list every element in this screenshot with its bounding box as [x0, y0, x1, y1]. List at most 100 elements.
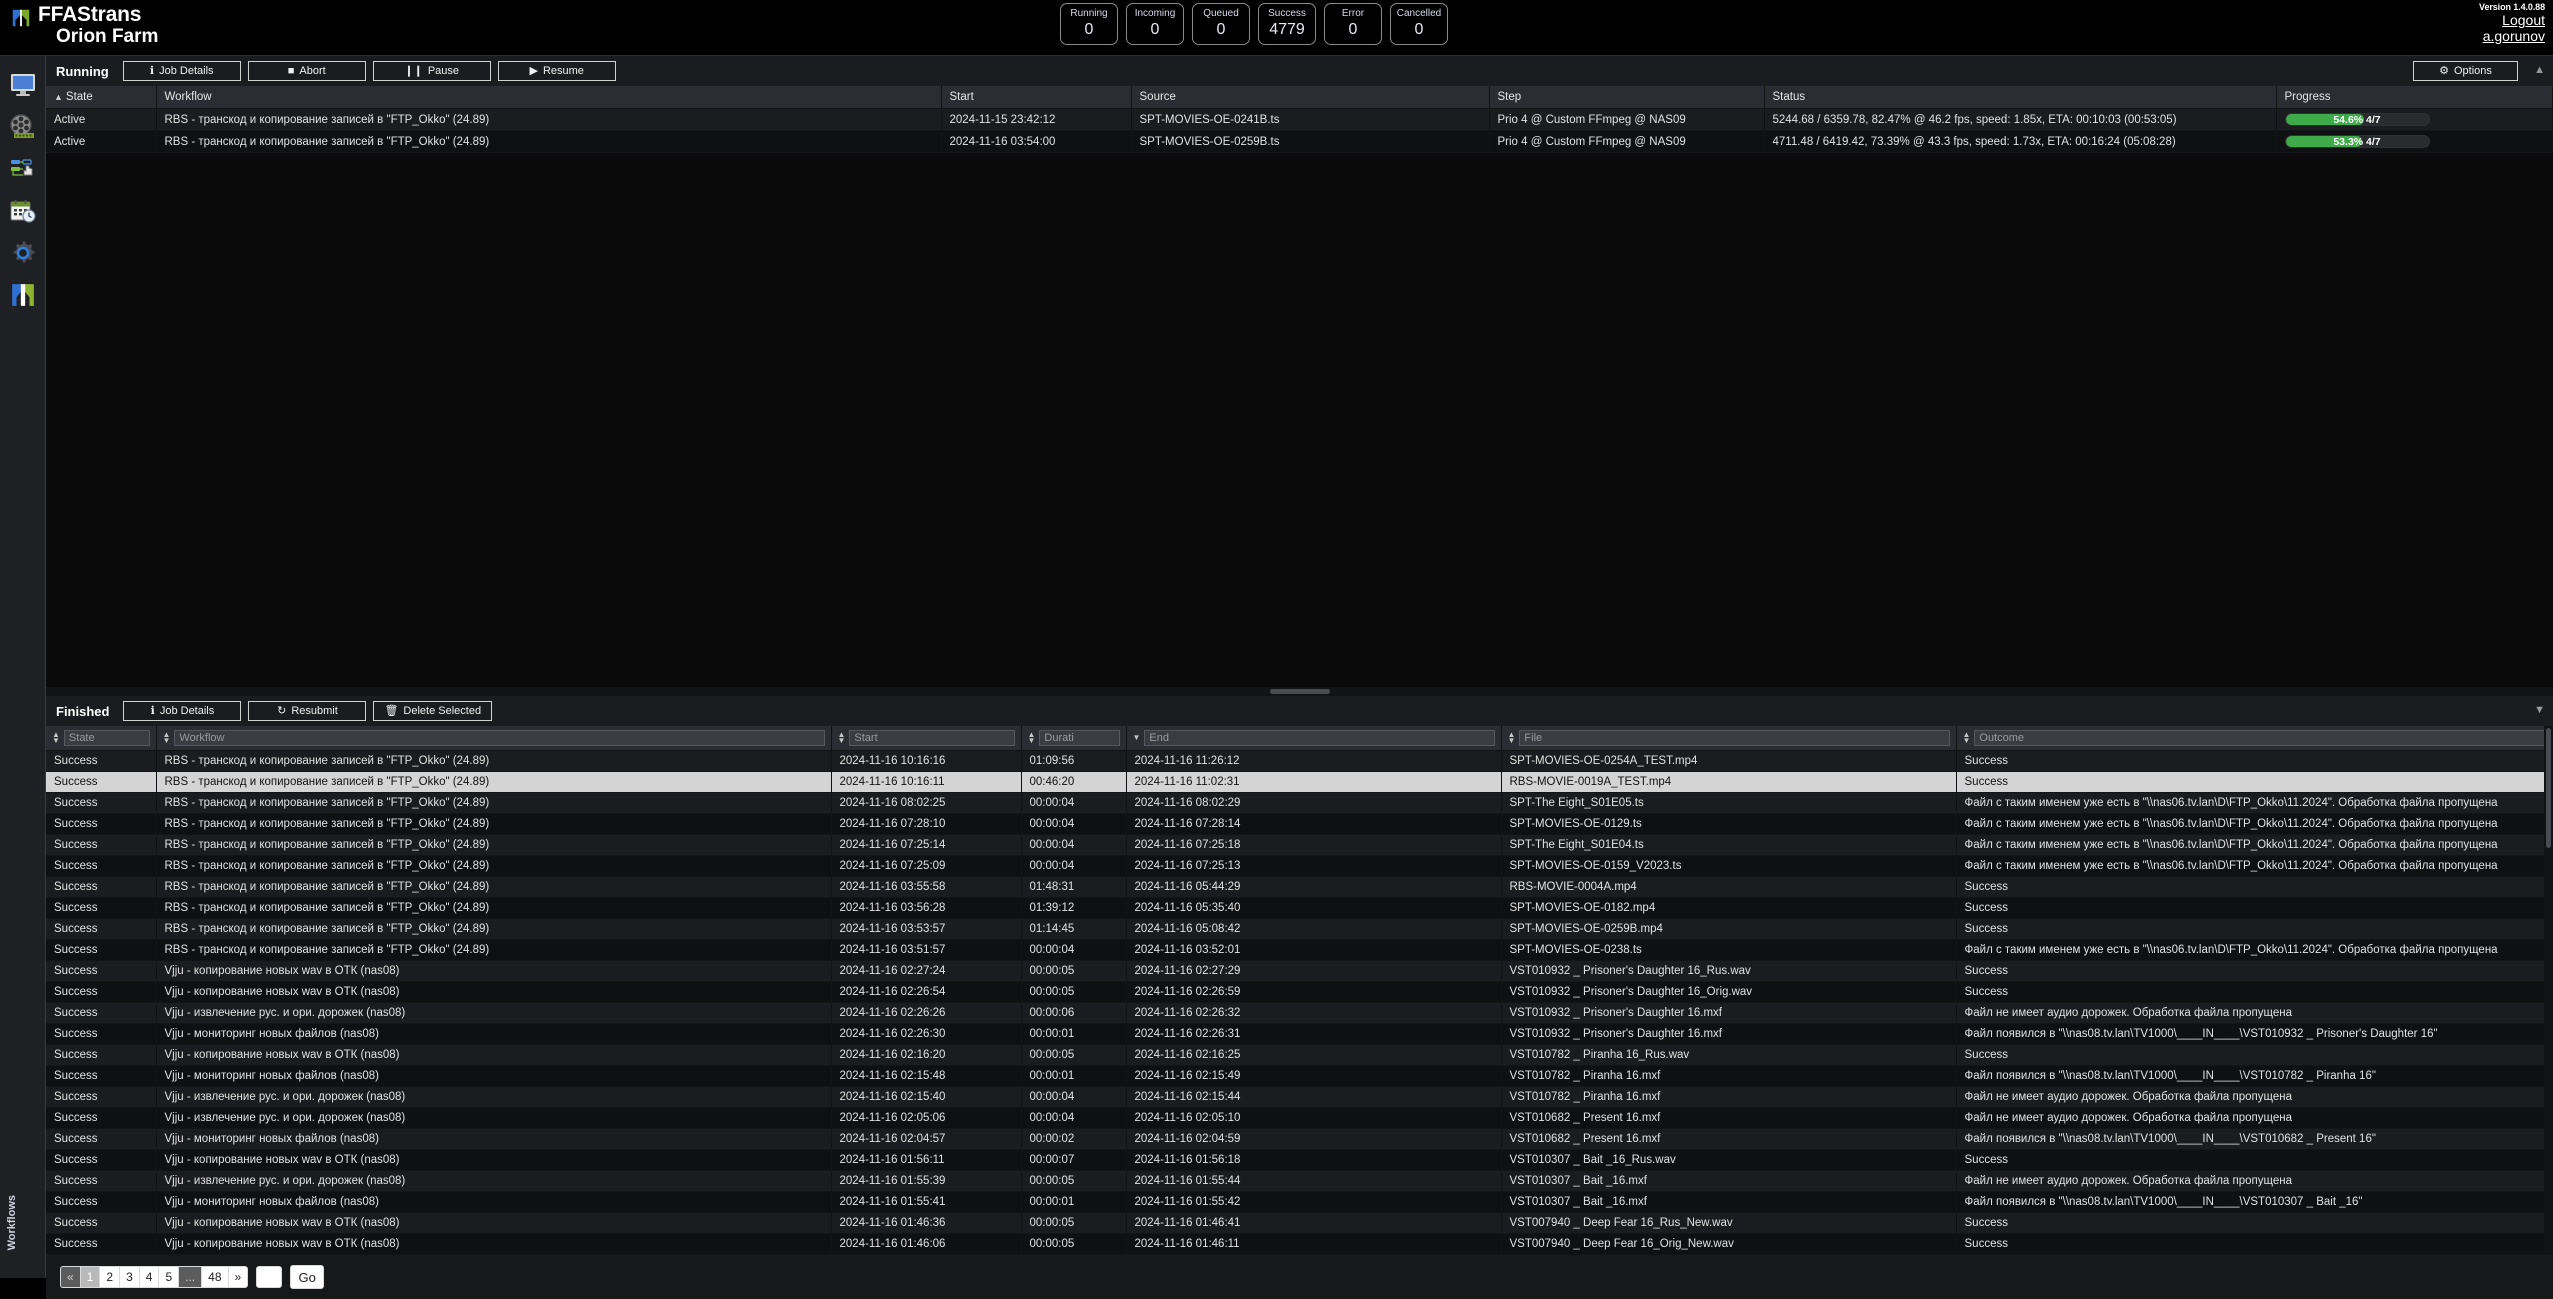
- table-row[interactable]: Active RBS - транскод и копирование запи…: [46, 109, 2553, 131]
- pagination-go-button[interactable]: Go: [290, 1265, 324, 1289]
- running-column-start[interactable]: Start: [941, 86, 1131, 109]
- sidebar-item-monitor[interactable]: [0, 64, 46, 106]
- table-row[interactable]: Success RBS - транскод и копирование зап…: [46, 919, 2553, 940]
- running-column-status[interactable]: Status: [1764, 86, 2276, 109]
- cell-outcome: Success: [1956, 982, 2553, 1003]
- filter-duration-header: ▲▼: [1021, 726, 1126, 751]
- filter-workflow-input[interactable]: [174, 730, 824, 746]
- running-column-progress[interactable]: Progress: [2276, 86, 2553, 109]
- sort-toggle-icon[interactable]: ▲▼: [1508, 732, 1516, 744]
- sort-desc-icon[interactable]: ▼: [1133, 735, 1141, 741]
- cell-file: VST010782 _ Piranha 16.mxf: [1501, 1066, 1956, 1087]
- table-row[interactable]: Success Vjju - мониторинг новых файлов (…: [46, 1066, 2553, 1087]
- finished-job-details-button[interactable]: ℹ Job Details: [123, 701, 241, 721]
- sort-toggle-icon[interactable]: ▲▼: [1028, 732, 1036, 744]
- running-collapse-icon[interactable]: ▲: [2534, 64, 2545, 76]
- running-abort-button[interactable]: ■ Abort: [248, 61, 366, 81]
- table-row[interactable]: Success RBS - транскод и копирование зап…: [46, 835, 2553, 856]
- table-row[interactable]: Success RBS - транскод и копирование зап…: [46, 772, 2553, 793]
- filter-end-input[interactable]: [1144, 730, 1494, 746]
- table-row[interactable]: Success RBS - транскод и копирование зап…: [46, 751, 2553, 772]
- counter-queued: Queued 0: [1192, 3, 1250, 45]
- filter-file-input[interactable]: [1519, 730, 1949, 746]
- pagination-prev[interactable]: «: [60, 1266, 80, 1288]
- table-row[interactable]: Success RBS - транскод и копирование зап…: [46, 898, 2553, 919]
- table-row[interactable]: Success Vjju - извлечение рус. и ори. до…: [46, 1171, 2553, 1192]
- pagination-next[interactable]: »: [228, 1266, 249, 1288]
- table-row[interactable]: Success Vjju - мониторинг новых файлов (…: [46, 1192, 2553, 1213]
- table-row[interactable]: Success RBS - транскод и копирование зап…: [46, 793, 2553, 814]
- cell-workflow: RBS - транскод и копирование записей в "…: [156, 877, 831, 898]
- sidebar-item-media[interactable]: [0, 106, 46, 148]
- sort-toggle-icon[interactable]: ▲▼: [52, 732, 60, 744]
- running-job-details-button[interactable]: ℹ Job Details: [123, 61, 241, 81]
- table-row[interactable]: Success Vjju - мониторинг новых файлов (…: [46, 1024, 2553, 1045]
- running-horizontal-scrollbar[interactable]: [46, 687, 2553, 696]
- table-row[interactable]: Success Vjju - копирование новых wav в О…: [46, 1213, 2553, 1234]
- sort-toggle-icon[interactable]: ▲▼: [1963, 732, 1971, 744]
- filter-duration-input[interactable]: [1039, 730, 1119, 746]
- scrollbar-thumb[interactable]: [2546, 728, 2551, 848]
- cell-outcome: Файл не имеет аудио дорожек. Обработка ф…: [1956, 1003, 2553, 1024]
- pagination-page-1[interactable]: 1: [80, 1266, 100, 1288]
- running-column-step[interactable]: Step: [1489, 86, 1764, 109]
- finished-delete-selected-button[interactable]: 🗑 Delete Selected: [373, 701, 492, 721]
- sort-toggle-icon[interactable]: ▲▼: [838, 732, 846, 744]
- cell-end: 2024-11-16 02:16:25: [1126, 1045, 1501, 1066]
- pagination-page-2[interactable]: 2: [99, 1266, 119, 1288]
- cell-start: 2024-11-16 07:25:09: [831, 856, 1021, 877]
- table-row[interactable]: Success Vjju - копирование новых wav в О…: [46, 1150, 2553, 1171]
- running-table-body: Active RBS - транскод и копирование запи…: [46, 109, 2553, 153]
- filter-start-input[interactable]: [849, 730, 1014, 746]
- finished-vertical-scrollbar[interactable]: [2544, 726, 2553, 1255]
- running-column-state[interactable]: ▲State: [46, 86, 156, 109]
- cell-outcome: Success: [1956, 1045, 2553, 1066]
- scrollbar-thumb[interactable]: [1270, 689, 1330, 694]
- running-column-workflow[interactable]: Workflow: [156, 86, 941, 109]
- table-row[interactable]: Success Vjju - извлечение рус. и ори. до…: [46, 1003, 2553, 1024]
- cell-start: 2024-11-16 01:55:41: [831, 1192, 1021, 1213]
- finished-collapse-icon[interactable]: ▼: [2534, 704, 2545, 716]
- pagination-page-5[interactable]: 5: [158, 1266, 178, 1288]
- pagination-page-4[interactable]: 4: [139, 1266, 159, 1288]
- table-row[interactable]: Success RBS - транскод и копирование зап…: [46, 856, 2553, 877]
- sidebar-item-workflows[interactable]: [0, 148, 46, 190]
- sidebar-item-settings[interactable]: [0, 232, 46, 274]
- table-row[interactable]: Success RBS - транскод и копирование зап…: [46, 940, 2553, 961]
- cell-start: 2024-11-16 03:51:57: [831, 940, 1021, 961]
- table-row[interactable]: Success Vjju - мониторинг новых файлов (…: [46, 1129, 2553, 1150]
- pagination-goto-input[interactable]: [256, 1266, 282, 1288]
- filter-outcome-input[interactable]: [1974, 730, 2546, 746]
- finished-delete-selected-button-label: Delete Selected: [403, 705, 481, 717]
- pagination-page-3[interactable]: 3: [119, 1266, 139, 1288]
- table-row[interactable]: Active RBS - транскод и копирование запи…: [46, 131, 2553, 153]
- filter-file-header: ▲▼: [1501, 726, 1956, 751]
- finished-resubmit-button[interactable]: ↻ Resubmit: [248, 701, 366, 721]
- table-row[interactable]: Success Vjju - копирование новых wav в О…: [46, 982, 2553, 1003]
- cell-start: 2024-11-16 03:53:57: [831, 919, 1021, 940]
- pagination-page-last[interactable]: 48: [201, 1266, 227, 1288]
- cell-start: 2024-11-16 10:16:11: [831, 772, 1021, 793]
- cell-file: VST010782 _ Piranha 16.mxf: [1501, 1087, 1956, 1108]
- logout-link[interactable]: Logout: [2479, 12, 2545, 28]
- sidebar-item-about[interactable]: [0, 274, 46, 316]
- running-resume-button[interactable]: ▶ Resume: [498, 61, 616, 81]
- table-row[interactable]: Success Vjju - копирование новых wav в О…: [46, 1045, 2553, 1066]
- running-pause-button[interactable]: ❙❙ Pause: [373, 61, 491, 81]
- table-row[interactable]: Success Vjju - извлечение рус. и ори. до…: [46, 1087, 2553, 1108]
- user-link[interactable]: a.gorunov: [2479, 28, 2545, 44]
- sidebar-item-schedule[interactable]: [0, 190, 46, 232]
- filter-state-input[interactable]: [64, 730, 150, 746]
- workflows-side-tab[interactable]: Workflows: [0, 1168, 24, 1278]
- table-row[interactable]: Success Vjju - копирование новых wav в О…: [46, 1234, 2553, 1255]
- cell-workflow: RBS - транскод и копирование записей в "…: [156, 814, 831, 835]
- table-row[interactable]: Success Vjju - копирование новых wav в О…: [46, 961, 2553, 982]
- table-row[interactable]: Success Vjju - извлечение рус. и ори. до…: [46, 1108, 2553, 1129]
- finished-job-details-button-label: Job Details: [160, 705, 214, 717]
- options-button[interactable]: ⚙ Options: [2413, 61, 2518, 81]
- table-row[interactable]: Success RBS - транскод и копирование зап…: [46, 814, 2553, 835]
- running-column-source[interactable]: Source: [1131, 86, 1489, 109]
- cell-file: RBS-MOVIE-0019A_TEST.mp4: [1501, 772, 1956, 793]
- sort-toggle-icon[interactable]: ▲▼: [163, 732, 171, 744]
- table-row[interactable]: Success RBS - транскод и копирование зап…: [46, 877, 2553, 898]
